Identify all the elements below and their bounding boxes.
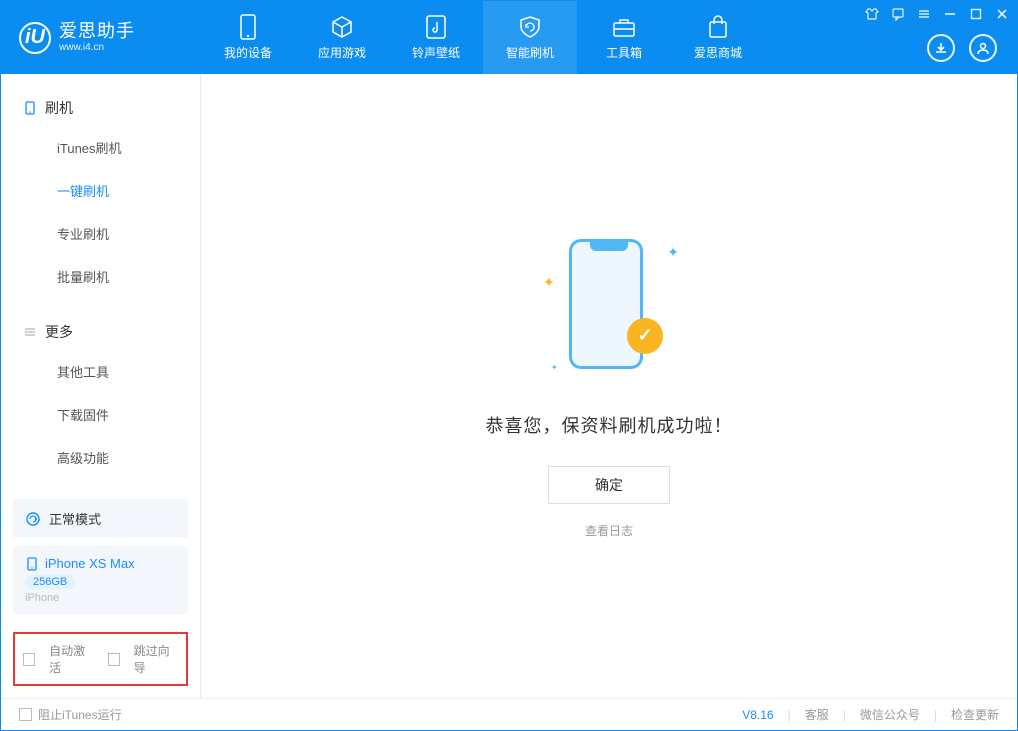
sidebar-item-oneclick-flash[interactable]: 一键刷机 bbox=[1, 169, 200, 212]
tab-my-device[interactable]: 我的设备 bbox=[201, 1, 295, 74]
section-title: 刷机 bbox=[45, 98, 73, 118]
bag-icon bbox=[705, 14, 731, 40]
sidebar-section-more: 更多 其他工具 下载固件 高级功能 bbox=[1, 298, 200, 479]
tab-apps-games[interactable]: 应用游戏 bbox=[295, 1, 389, 74]
phone-icon bbox=[23, 101, 37, 115]
separator: | bbox=[934, 708, 937, 722]
section-title: 更多 bbox=[45, 322, 73, 342]
device-name-row: iPhone XS Max bbox=[25, 556, 176, 571]
header-actions bbox=[927, 34, 997, 62]
music-file-icon bbox=[423, 14, 449, 40]
sidebar-section-head: 更多 bbox=[1, 314, 200, 350]
sidebar-item-batch-flash[interactable]: 批量刷机 bbox=[1, 255, 200, 298]
sparkle-icon: ✦ bbox=[543, 274, 555, 291]
device-mode-status[interactable]: 正常模式 bbox=[13, 499, 188, 538]
cube-icon bbox=[329, 14, 355, 40]
main-content: ✓ ✦ ✦ ✦ 恭喜您，保资料刷机成功啦！ 确定 查看日志 bbox=[201, 74, 1017, 698]
tab-label: 智能刷机 bbox=[506, 44, 554, 61]
footer-right: V8.16 | 客服 | 微信公众号 | 检查更新 bbox=[742, 706, 999, 723]
list-icon bbox=[23, 325, 37, 339]
status-label: 正常模式 bbox=[49, 509, 101, 528]
sparkle-icon: ✦ bbox=[551, 363, 558, 372]
close-button[interactable] bbox=[993, 5, 1011, 23]
sidebar-item-pro-flash[interactable]: 专业刷机 bbox=[1, 212, 200, 255]
sidebar-section-head: 刷机 bbox=[1, 90, 200, 126]
tab-label: 爱思商城 bbox=[694, 44, 742, 61]
device-card[interactable]: iPhone XS Max 256GB iPhone bbox=[13, 546, 188, 614]
check-update-link[interactable]: 检查更新 bbox=[951, 706, 999, 723]
separator: | bbox=[843, 708, 846, 722]
refresh-icon bbox=[25, 511, 41, 527]
minimize-button[interactable] bbox=[941, 5, 959, 23]
checkbox-label: 阻止iTunes运行 bbox=[38, 706, 122, 723]
tab-store[interactable]: 爱思商城 bbox=[671, 1, 765, 74]
tab-label: 工具箱 bbox=[606, 44, 642, 61]
feedback-icon[interactable] bbox=[889, 5, 907, 23]
app-name: 爱思助手 bbox=[59, 22, 135, 42]
version-label: V8.16 bbox=[742, 708, 773, 722]
logo-area: iU 爱思助手 www.i4.cn bbox=[1, 1, 201, 74]
sidebar-item-other-tools[interactable]: 其他工具 bbox=[1, 350, 200, 393]
app-header: iU 爱思助手 www.i4.cn 我的设备 应用游戏 铃声壁纸 智能刷机 工具… bbox=[1, 1, 1017, 74]
view-log-link[interactable]: 查看日志 bbox=[585, 522, 633, 539]
checkmark-badge-icon: ✓ bbox=[627, 318, 663, 354]
window-controls bbox=[863, 5, 1011, 23]
success-message: 恭喜您，保资料刷机成功啦！ bbox=[486, 412, 733, 438]
tab-ringtones-wallpapers[interactable]: 铃声壁纸 bbox=[389, 1, 483, 74]
tab-toolbox[interactable]: 工具箱 bbox=[577, 1, 671, 74]
sidebar-item-advanced[interactable]: 高级功能 bbox=[1, 436, 200, 479]
shield-refresh-icon bbox=[517, 14, 543, 40]
support-link[interactable]: 客服 bbox=[805, 706, 829, 723]
checkbox-skip-wizard[interactable] bbox=[108, 653, 120, 666]
success-illustration: ✓ ✦ ✦ ✦ bbox=[549, 234, 669, 384]
tab-label: 我的设备 bbox=[224, 44, 272, 61]
device-capacity: 256GB bbox=[25, 575, 75, 589]
sidebar-item-download-firmware[interactable]: 下载固件 bbox=[1, 393, 200, 436]
device-name: iPhone XS Max bbox=[45, 556, 135, 571]
checkbox-label: 跳过向导 bbox=[134, 642, 178, 676]
download-button[interactable] bbox=[927, 34, 955, 62]
body: 刷机 iTunes刷机 一键刷机 专业刷机 批量刷机 更多 其他工具 下载固件 … bbox=[1, 74, 1017, 698]
skin-icon[interactable] bbox=[863, 5, 881, 23]
maximize-button[interactable] bbox=[967, 5, 985, 23]
logo-icon: iU bbox=[19, 22, 51, 54]
wechat-link[interactable]: 微信公众号 bbox=[860, 706, 920, 723]
ok-button[interactable]: 确定 bbox=[548, 466, 670, 504]
checkbox-block-itunes[interactable] bbox=[19, 708, 32, 721]
tab-smart-flash[interactable]: 智能刷机 bbox=[483, 1, 577, 74]
footer: 阻止iTunes运行 V8.16 | 客服 | 微信公众号 | 检查更新 bbox=[1, 698, 1017, 730]
user-button[interactable] bbox=[969, 34, 997, 62]
footer-left: 阻止iTunes运行 bbox=[19, 706, 734, 723]
tab-label: 应用游戏 bbox=[318, 44, 366, 61]
sidebar-section-flash: 刷机 iTunes刷机 一键刷机 专业刷机 批量刷机 bbox=[1, 74, 200, 298]
toolbox-icon bbox=[611, 14, 637, 40]
nav-tabs: 我的设备 应用游戏 铃声壁纸 智能刷机 工具箱 爱思商城 bbox=[201, 1, 765, 74]
sidebar: 刷机 iTunes刷机 一键刷机 专业刷机 批量刷机 更多 其他工具 下载固件 … bbox=[1, 74, 201, 698]
sparkle-icon: ✦ bbox=[667, 244, 679, 261]
device-icon bbox=[235, 14, 261, 40]
flash-options-highlighted: 自动激活 跳过向导 bbox=[13, 632, 188, 686]
logo-text: 爱思助手 www.i4.cn bbox=[59, 22, 135, 53]
app-url: www.i4.cn bbox=[59, 42, 135, 53]
menu-icon[interactable] bbox=[915, 5, 933, 23]
sidebar-item-itunes-flash[interactable]: iTunes刷机 bbox=[1, 126, 200, 169]
device-type: iPhone bbox=[25, 592, 176, 604]
phone-icon bbox=[25, 557, 39, 571]
checkbox-label: 自动激活 bbox=[49, 642, 93, 676]
checkbox-auto-activate[interactable] bbox=[23, 653, 35, 666]
separator: | bbox=[788, 708, 791, 722]
tab-label: 铃声壁纸 bbox=[412, 44, 460, 61]
